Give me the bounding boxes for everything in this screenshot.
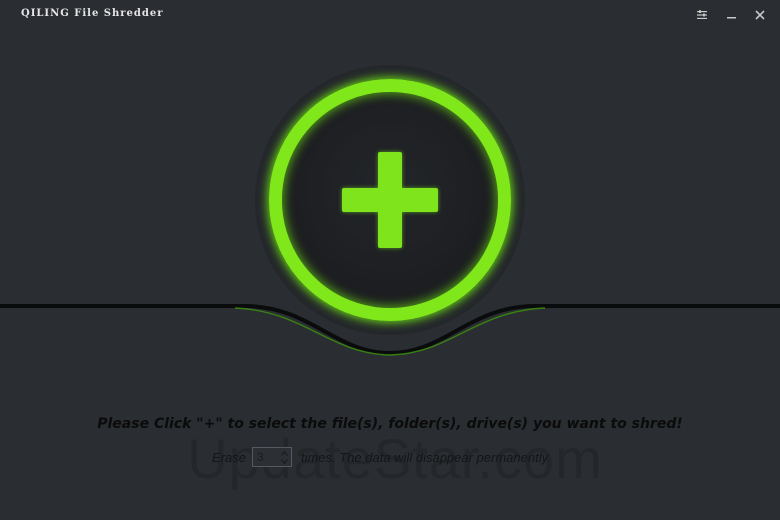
add-files-button[interactable]: [269, 79, 511, 321]
spinner-arrows: [280, 449, 290, 465]
erase-times-input[interactable]: [252, 448, 281, 466]
spinner-up-button[interactable]: [280, 449, 290, 457]
chevron-down-icon: [281, 458, 289, 464]
instruction-text: Please Click "+" to select the file(s), …: [97, 416, 683, 432]
chevron-up-icon: [281, 450, 289, 456]
erase-options: Erase times. The data will disappear per…: [212, 446, 548, 468]
erase-label: Erase: [212, 449, 246, 465]
spinner-down-button[interactable]: [280, 457, 290, 465]
times-label: times. The data will disappear permanent…: [300, 449, 549, 465]
plus-icon-vertical: [378, 152, 402, 248]
erase-times-spinner[interactable]: [251, 447, 292, 467]
app-window: QILING File Shredder UpdateStar.com Plea…: [0, 0, 780, 520]
